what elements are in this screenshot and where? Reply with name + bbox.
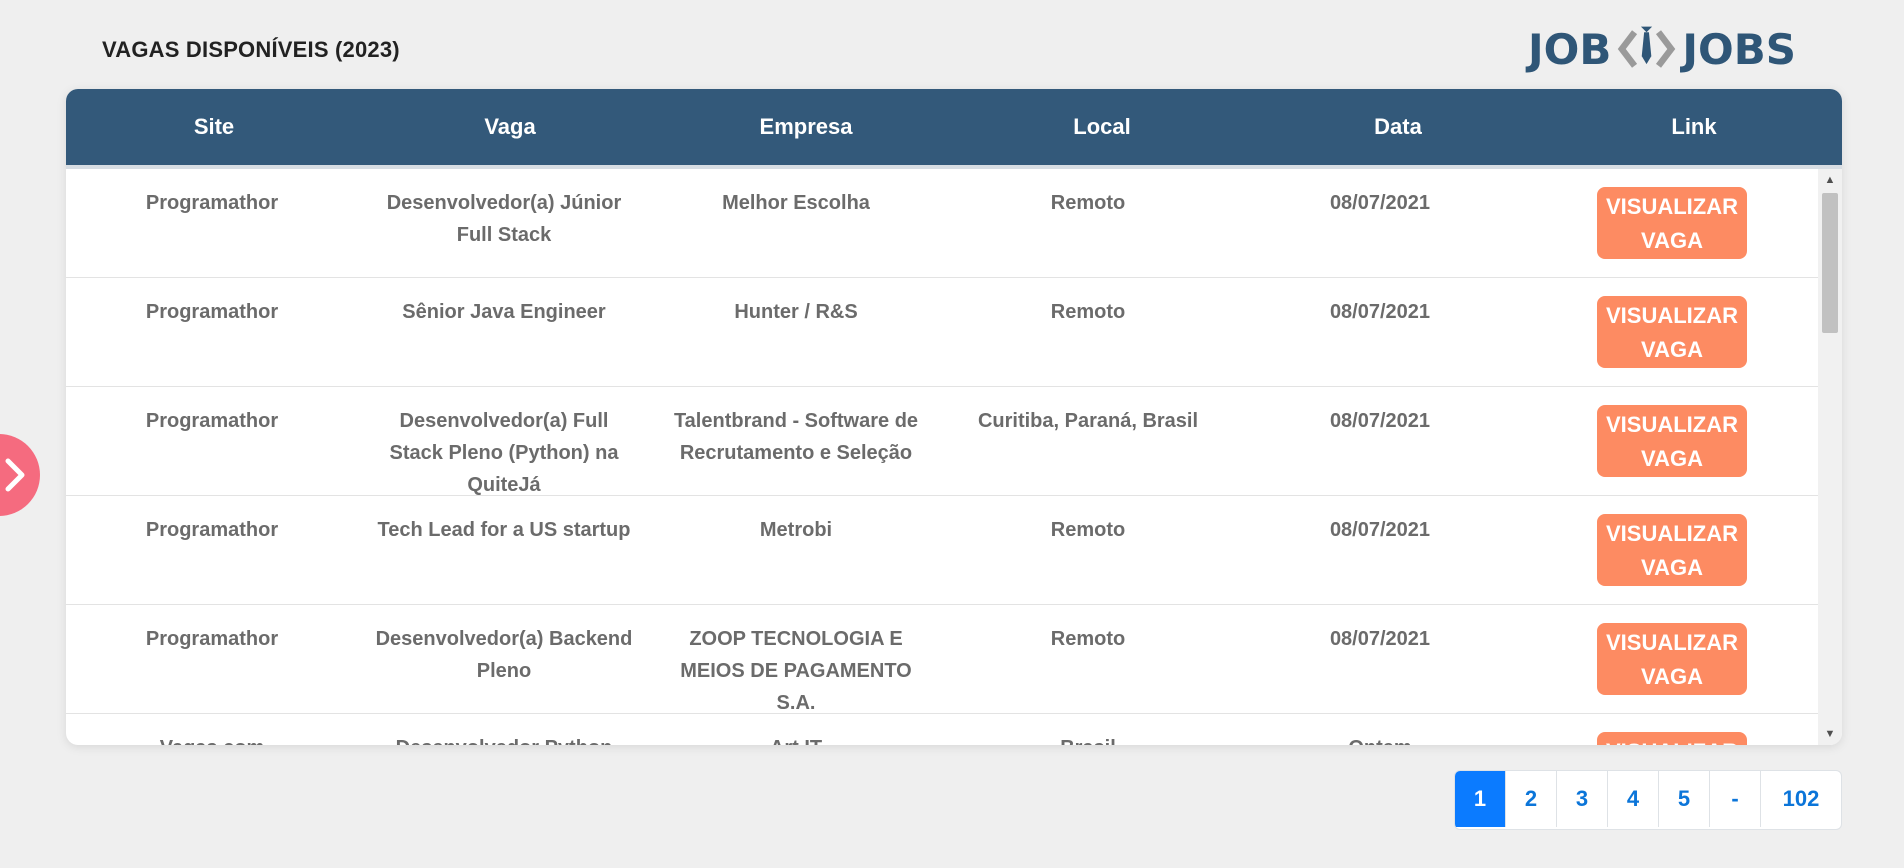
header-link: Link (1671, 114, 1717, 139)
table-row: Programathor Desenvolvedor(a) Full Stack… (66, 387, 1818, 496)
view-job-button[interactable]: VISUALIZAR VAGA (1597, 514, 1747, 586)
page-ellipsis: - (1710, 771, 1761, 827)
cell-vaga: Desenvolvedor(a) Full Stack Pleno (Pytho… (389, 410, 619, 495)
page-link-2[interactable]: 2 (1506, 771, 1557, 827)
cell-vaga: Sênior Java Engineer (402, 301, 606, 323)
page-link-3[interactable]: 3 (1557, 771, 1608, 827)
cell-link: VISUALIZAR VAGA (1526, 278, 1818, 386)
page-link-5[interactable]: 5 (1659, 771, 1710, 827)
cell-local: Curitiba, Paraná, Brasil (977, 410, 1199, 432)
cell-data: 08/07/2021 (1329, 301, 1431, 323)
cell-site: Programathor (145, 301, 279, 323)
cell-link: VISUALIZAR VAGA (1526, 387, 1818, 495)
cell-data: 08/07/2021 (1329, 410, 1431, 432)
scrollbar-thumb[interactable] (1822, 193, 1838, 333)
cell-site: Programathor (145, 192, 279, 214)
vertical-scrollbar[interactable]: ▲ ▼ (1818, 169, 1842, 745)
cell-site: Vagas.com (66, 714, 358, 745)
cell-link: VISUALIZAR VAGA (1526, 169, 1818, 277)
header-site: Site (193, 114, 235, 139)
page-link-4[interactable]: 4 (1608, 771, 1659, 827)
page-link-1[interactable]: 1 (1455, 771, 1506, 827)
view-job-button[interactable]: VISUALIZAR VAGA (1597, 187, 1747, 259)
cell-site: Programathor (145, 519, 279, 541)
header-data: Data (1374, 114, 1422, 139)
jobjobs-logo[interactable]: JOB JOBS (1528, 18, 1796, 80)
table-row: Vagas.com Desenvolvedor Python Art IT Br… (66, 714, 1818, 745)
view-job-button[interactable]: VISUALIZAR VAGA (1597, 732, 1747, 745)
cell-vaga: Desenvolvedor(a) Júnior Full Stack (386, 192, 622, 246)
logo-text-left: JOB (1528, 24, 1612, 74)
tie-logo-icon (1618, 26, 1676, 68)
scroll-up-arrow-icon[interactable]: ▲ (1818, 171, 1842, 189)
table-body: Programathor Desenvolvedor(a) Júnior Ful… (66, 169, 1818, 745)
page-title: VAGAS DISPONÍVEIS (2023) (102, 37, 400, 62)
cell-empresa: ZOOP TECNOLOGIA E MEIOS DE PAGAMENTO S.A… (680, 628, 912, 713)
cell-empresa: Melhor Escolha (722, 192, 870, 214)
view-job-button[interactable]: VISUALIZAR VAGA (1597, 405, 1747, 477)
cell-local: Remoto (1050, 519, 1126, 541)
cell-site: Programathor (145, 410, 279, 432)
cell-vaga: Tech Lead for a US startup (377, 519, 631, 541)
cell-local: Remoto (1050, 301, 1126, 323)
pagination: 1 2 3 4 5 - 102 (1454, 770, 1842, 830)
cell-empresa: Art IT (650, 714, 942, 745)
table-row: Programathor Desenvolvedor(a) Backend Pl… (66, 605, 1818, 714)
table-header: Site Vaga Empresa Local Data Link (66, 89, 1842, 169)
cell-link: VISUALIZAR VAGA (1526, 496, 1818, 604)
header-vaga: Vaga (484, 114, 536, 139)
scroll-down-arrow-icon[interactable]: ▼ (1818, 725, 1842, 743)
cell-local: Remoto (1050, 628, 1126, 650)
cell-data: Ontem (1234, 714, 1526, 745)
table-row: Programathor Desenvolvedor(a) Júnior Ful… (66, 169, 1818, 278)
cell-data: 08/07/2021 (1329, 628, 1431, 650)
page-link-last[interactable]: 102 (1761, 771, 1841, 827)
cell-link: VISUALIZAR VAGA (1526, 714, 1818, 745)
cell-empresa: Talentbrand - Software de Recrutamento e… (673, 410, 919, 464)
sidebar-toggle-button[interactable] (0, 434, 40, 516)
cell-site: Programathor (145, 628, 279, 650)
header-empresa: Empresa (759, 114, 853, 139)
header-local: Local (1073, 114, 1131, 139)
cell-vaga: Desenvolvedor(a) Backend Pleno (375, 628, 633, 682)
cell-data: 08/07/2021 (1329, 192, 1431, 214)
table-row: Programathor Tech Lead for a US startup … (66, 496, 1818, 605)
cell-link: VISUALIZAR VAGA (1526, 605, 1818, 713)
jobs-table-card: Site Vaga Empresa Local Data Link Progra… (66, 89, 1842, 745)
cell-local: Remoto (1050, 192, 1126, 214)
cell-data: 08/07/2021 (1329, 519, 1431, 541)
cell-empresa: Hunter / R&S (734, 301, 858, 323)
table-body-scroll[interactable]: Programathor Desenvolvedor(a) Júnior Ful… (66, 165, 1842, 745)
cell-local: Brasil (942, 714, 1234, 745)
table-row: Programathor Sênior Java Engineer Hunter… (66, 278, 1818, 387)
chevron-right-icon (5, 458, 25, 492)
cell-vaga: Desenvolvedor Python (358, 714, 650, 745)
view-job-button[interactable]: VISUALIZAR VAGA (1597, 623, 1747, 695)
view-job-button[interactable]: VISUALIZAR VAGA (1597, 296, 1747, 368)
logo-text-right: JOBS (1682, 24, 1796, 74)
cell-empresa: Metrobi (759, 519, 833, 541)
